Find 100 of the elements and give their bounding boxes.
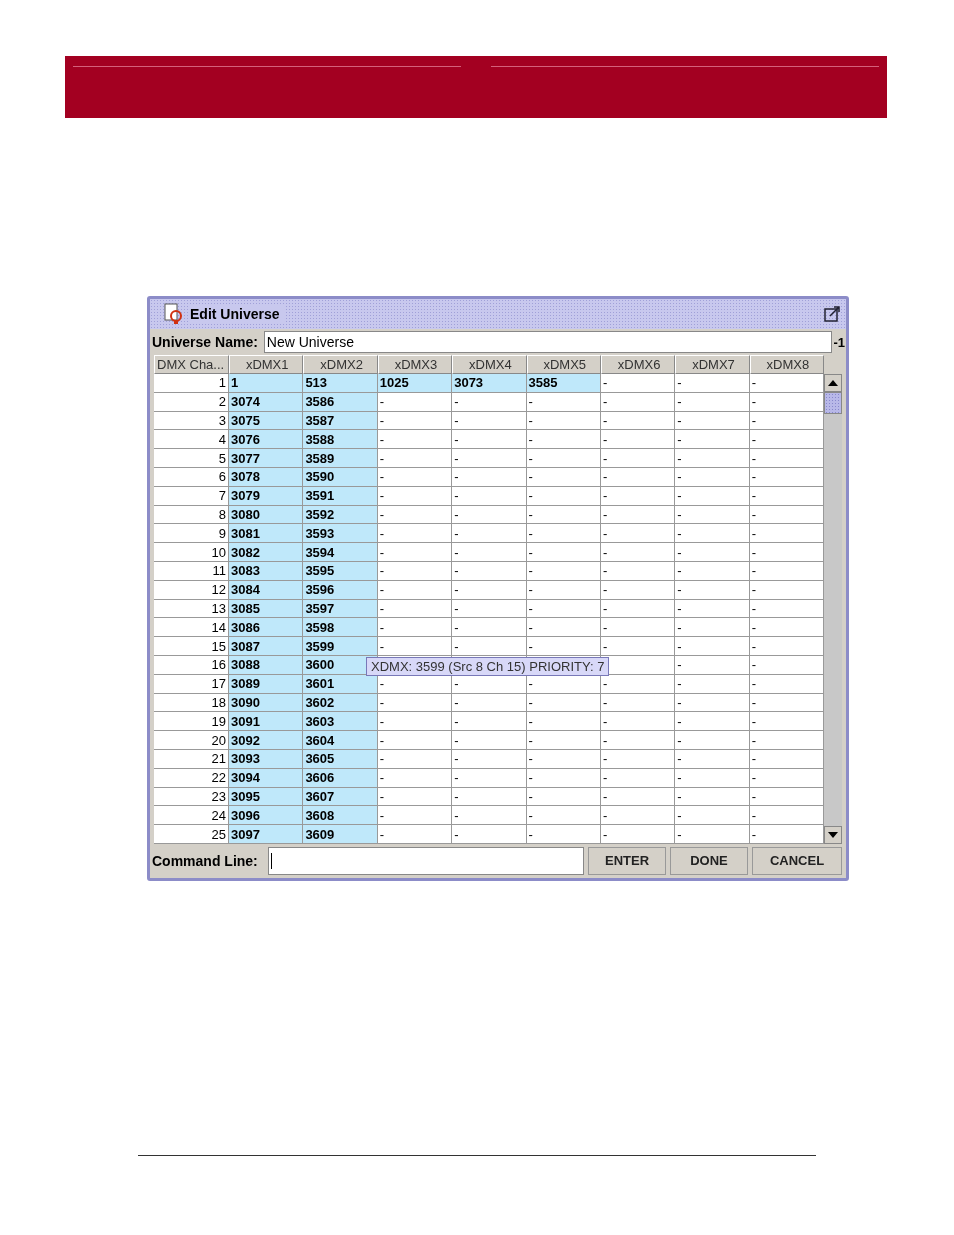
column-header[interactable]: DMX Cha... [154,355,229,374]
table-cell: - [600,637,676,656]
table-cell: - [675,430,750,450]
document-gear-icon [164,303,184,325]
table-cell: 3598 [303,618,378,638]
table-cell: - [600,430,676,450]
table-cell: - [377,449,453,468]
column-header[interactable]: xDMX6 [600,355,676,374]
table-cell: - [749,430,825,450]
scroll-thumb[interactable] [824,392,842,414]
table-cell: - [600,731,676,750]
table-cell: 3588 [303,430,378,450]
table-cell: 3086 [229,618,304,638]
table-cell: 3589 [303,449,378,468]
table-cell: 3087 [229,637,304,656]
table-cell: - [377,712,453,732]
table-cell: - [377,731,453,750]
column-header[interactable]: xDMX8 [749,355,825,374]
column-header[interactable]: xDMX7 [675,355,750,374]
channel-cell: 14 [154,618,229,638]
column-header[interactable]: xDMX4 [452,355,527,374]
column-header[interactable]: xDMX2 [303,355,378,374]
table-cell: 3593 [303,524,378,544]
channel-cell: 20 [154,731,229,750]
table-cell: - [675,618,750,638]
column-header[interactable]: xDMX3 [377,355,453,374]
table-cell: - [377,618,453,638]
table-cell: - [749,543,825,562]
window-title: Edit Universe [190,306,286,322]
table-cell: - [749,637,825,656]
table-cell: - [600,543,676,562]
tooltip: XDMX: 3599 (Src 8 Ch 15) PRIORITY: 7 [366,657,610,676]
table-cell: - [377,637,453,656]
table-cell: 3091 [229,712,304,732]
table-cell: - [526,712,601,732]
table-cell: - [452,731,527,750]
channel-cell: 5 [154,449,229,468]
table-cell: - [749,524,825,544]
table-cell: - [526,449,601,468]
scrollbar[interactable] [824,374,842,844]
channel-cell: 15 [154,637,229,656]
dialog-button[interactable]: CANCEL [752,846,842,875]
table-cell: 3604 [303,731,378,750]
channel-cell: 25 [154,825,229,844]
table-cell: - [749,825,825,844]
channel-cell: 9 [154,524,229,544]
table-cell: - [452,712,527,732]
dialog-button[interactable]: DONE [670,846,748,875]
table-cell: - [526,543,601,562]
column-header[interactable]: xDMX1 [229,355,304,374]
universe-number: -1 [832,334,846,350]
channel-cell: 1 [154,374,229,393]
universe-name-field[interactable]: New Universe [263,331,833,353]
table-cell: 3599 [303,637,378,656]
table-cell: - [675,712,750,732]
table-cell: - [526,825,601,844]
table-cell: - [600,806,676,826]
table-cell: 3073 [452,374,527,393]
table-cell: - [452,449,527,468]
command-line-field[interactable] [267,846,584,875]
table-cell: - [452,430,527,450]
table-cell: 1025 [377,374,453,393]
table-cell: - [600,712,676,732]
table-cell: - [377,543,453,562]
table-cell: - [749,618,825,638]
table-cell: - [452,806,527,826]
table-cell: 3076 [229,430,304,450]
scroll-down-icon[interactable] [824,825,842,844]
maximize-icon[interactable] [824,306,840,322]
table-cell: - [600,449,676,468]
table-cell: - [749,449,825,468]
table-cell: - [377,524,453,544]
table-cell: - [452,543,527,562]
table-cell: - [749,731,825,750]
table-cell: 513 [303,374,378,393]
table-cell: - [377,806,453,826]
universe-name-label: Universe Name: [151,334,259,350]
table-cell: 3097 [229,825,304,844]
channel-cell: 24 [154,806,229,826]
table-cell: - [675,806,750,826]
table-cell: - [526,731,601,750]
table-cell: 3077 [229,449,304,468]
table-cell: - [600,825,676,844]
table-cell: 3092 [229,731,304,750]
table-cell: - [377,825,453,844]
table-cell: 3082 [229,543,304,562]
table-cell: - [526,618,601,638]
dialog-button[interactable]: ENTER [588,846,666,875]
table-cell: 3594 [303,543,378,562]
table-cell: - [675,524,750,544]
table-cell: - [377,430,453,450]
table-cell: 3608 [303,806,378,826]
table-cell: - [452,618,527,638]
column-header[interactable]: xDMX5 [526,355,601,374]
table-cell: - [526,637,601,656]
table-cell: - [675,825,750,844]
table-cell: - [526,430,601,450]
table-cell: - [749,374,825,393]
scroll-up-icon[interactable] [824,374,842,392]
table-cell: - [526,524,601,544]
